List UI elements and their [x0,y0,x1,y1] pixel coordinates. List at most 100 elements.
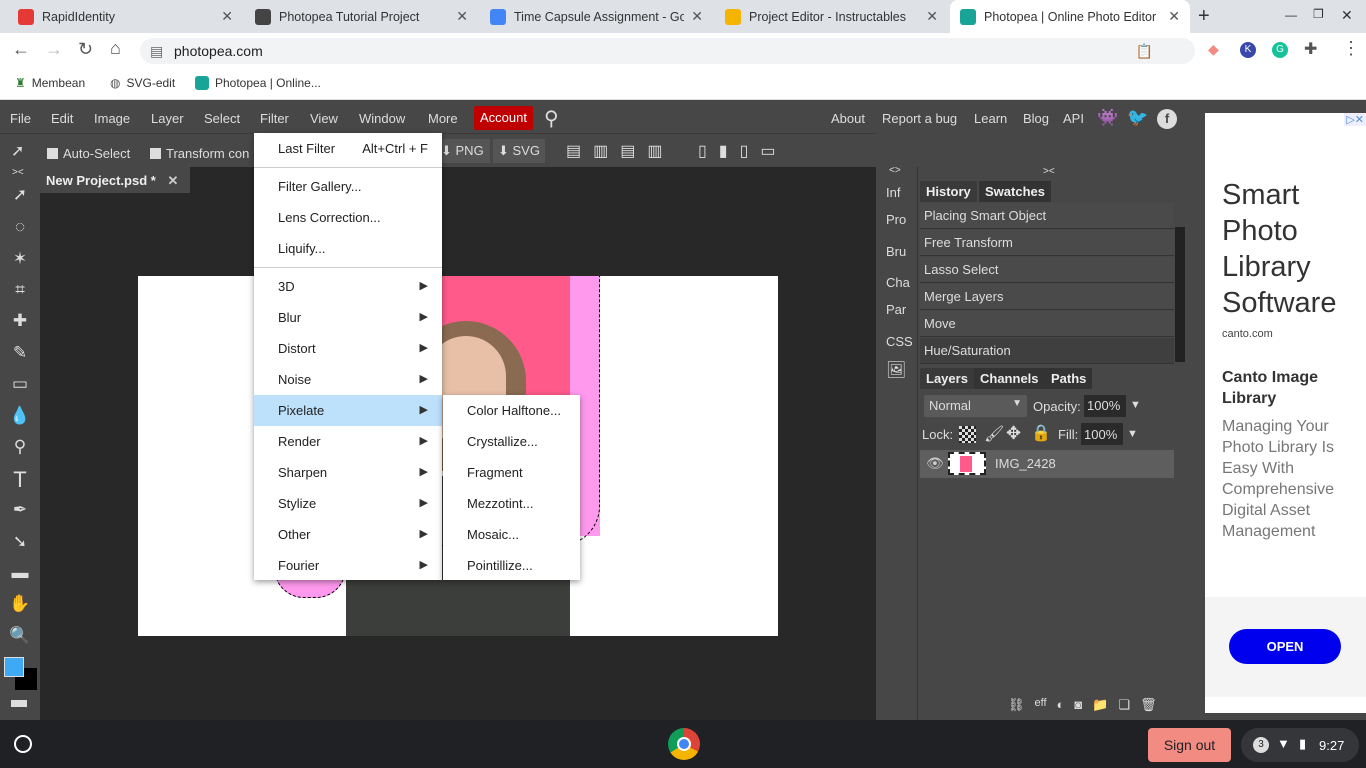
link-about[interactable]: About [831,111,865,126]
menu-item-liquify[interactable]: Liquify... [254,233,442,264]
hand-tool-icon[interactable]: ✋ [8,594,32,614]
blend-mode-select[interactable]: Normal ▼ [924,395,1027,417]
rectangle-tool-icon[interactable]: ▬ [8,563,32,583]
history-item[interactable]: Placing Smart Object [920,203,1174,229]
menu-item-other[interactable]: Other ▶ [254,519,442,550]
tab-channels[interactable]: Channels [974,368,1045,389]
move-tool-icon[interactable]: ➚ [8,185,32,205]
link-api[interactable]: API [1063,111,1084,126]
fill-dropdown-icon[interactable]: ▼ [1127,428,1138,440]
twitter-icon[interactable]: 🐦 [1127,108,1148,128]
bookmark-photopea[interactable]: Photopea | Online... [195,76,321,90]
menu-item-sharpen[interactable]: Sharpen ▶ [254,457,442,488]
tab-layers[interactable]: Layers [920,368,974,389]
search-icon[interactable]: ⚲ [544,106,559,131]
tab-swatches[interactable]: Swatches [979,181,1051,202]
folder-icon[interactable]: 📁 [1092,697,1108,713]
history-item[interactable]: Free Transform [920,230,1174,256]
menu-edit[interactable]: Edit [51,111,73,126]
new-layer-icon[interactable]: ❏ [1118,697,1130,713]
restore-icon[interactable]: ❐ [1313,7,1324,21]
menu-item-distort[interactable]: Distort ▶ [254,333,442,364]
status-tray[interactable]: 3 ▼ ▮ 9:27 [1241,728,1359,762]
auto-select-checkbox[interactable]: Auto-Select [47,146,130,161]
visibility-eye-icon[interactable]: 👁 [926,455,944,472]
menu-item-mezzotint[interactable]: Mezzotint... [443,488,580,519]
close-window-icon[interactable]: ✕ [1341,7,1353,24]
type-tool-icon[interactable]: T [8,467,32,493]
grammarly-icon[interactable]: G [1272,42,1288,58]
browser-tab-active[interactable]: Photopea | Online Photo Editor ✕ [950,0,1190,33]
close-document-icon[interactable]: ✕ [167,173,178,188]
panel-properties[interactable]: Pro [886,212,906,227]
document-tab[interactable]: New Project.psd * ✕ [40,167,190,193]
chrome-icon[interactable] [668,728,700,760]
bookmark-membean[interactable]: ♜ Membean [15,76,85,90]
menu-item-crystallize[interactable]: Crystallize... [443,426,580,457]
bookmark-svg-edit[interactable]: ◍ SVG-edit [110,76,175,90]
launcher-icon[interactable] [14,735,32,753]
history-item[interactable]: Hue/Saturation [920,338,1174,364]
forward-icon[interactable]: → [45,39,63,60]
effects-button[interactable]: eff [1035,697,1047,713]
tab-paths[interactable]: Paths [1045,368,1093,389]
image-panel-icon[interactable]: 🖼 [886,360,906,380]
menu-more[interactable]: More [428,111,458,126]
home-icon[interactable]: ⌂ [110,38,121,59]
browser-tab[interactable]: RapidIdentity ✕ [8,0,243,33]
opacity-dropdown-icon[interactable]: ▼ [1130,399,1141,411]
history-item[interactable]: Merge Layers [920,284,1174,310]
link-report-bug[interactable]: Report a bug [882,111,957,126]
close-tab-icon[interactable]: ✕ [456,8,468,25]
menu-item-fragment[interactable]: Fragment [443,457,580,488]
menu-file[interactable]: File [10,111,31,126]
menu-view[interactable]: View [310,111,338,126]
facebook-icon[interactable]: f [1157,109,1177,129]
layer-row[interactable]: 👁 IMG_2428 [920,450,1174,478]
panel-paragraph[interactable]: Par [886,302,906,317]
link-blog[interactable]: Blog [1023,111,1049,126]
menu-image[interactable]: Image [94,111,130,126]
chrome-menu-icon[interactable]: ⋮ [1342,38,1360,59]
lock-brush-icon[interactable]: 🖌 [984,424,1004,444]
menu-item-color-halftone[interactable]: Color Halftone... [443,395,580,426]
link-learn[interactable]: Learn [974,111,1007,126]
lock-move-icon[interactable]: ✥ [1006,423,1021,444]
menu-item-blur[interactable]: Blur ▶ [254,302,442,333]
history-item[interactable]: Lasso Select [920,257,1174,283]
align-icons[interactable]: ▤▥▤▥ [566,141,674,161]
menu-item-lens-correction[interactable]: Lens Correction... [254,202,442,233]
menu-item-pointillize[interactable]: Pointillize... [443,550,580,581]
trash-icon[interactable]: 🗑 [1140,697,1157,713]
menu-item-fourier[interactable]: Fourier ▶ [254,550,442,581]
minimize-icon[interactable]: — [1285,8,1297,22]
menu-item-noise[interactable]: Noise ▶ [254,364,442,395]
magic-wand-icon[interactable]: ✶ [8,249,32,269]
lasso-tool-icon[interactable]: ◌ [8,217,32,237]
reddit-icon[interactable]: 👾 [1097,108,1118,128]
clipboard-icon[interactable]: 📋 [1136,38,1153,64]
extensions-puzzle-icon[interactable]: ✚ [1304,39,1317,59]
opacity-input[interactable]: 100% [1084,395,1126,417]
panel-info[interactable]: Inf [886,185,900,200]
menu-filter[interactable]: Filter [260,111,289,126]
close-tab-icon[interactable]: ✕ [691,8,703,25]
menu-item-pixelate[interactable]: Pixelate ▶ [254,395,442,426]
link-layers-icon[interactable]: ⛓ [1008,697,1025,713]
ad-choices-icon[interactable]: ▷✕ [1344,113,1366,126]
panel-brush[interactable]: Bru [886,244,906,259]
mask-icon[interactable]: ◙ [1074,697,1082,713]
reload-icon[interactable]: ↻ [78,39,93,60]
ad-open-button[interactable]: OPEN [1229,629,1341,664]
tab-history[interactable]: History [920,181,977,202]
account-button[interactable]: Account [474,106,533,130]
menu-item-render[interactable]: Render ▶ [254,426,442,457]
close-tab-icon[interactable]: ✕ [1168,8,1180,25]
close-tab-icon[interactable]: ✕ [221,8,233,25]
url-input[interactable]: photopea.com ▤ 📋 [140,38,1195,64]
panel-css[interactable]: CSS [886,334,913,349]
expand-toggle[interactable]: <> [889,165,901,176]
sign-out-button[interactable]: Sign out [1148,728,1231,762]
menu-item-3d[interactable]: 3D ▶ [254,271,442,302]
path-select-icon[interactable]: ➘ [8,532,32,552]
